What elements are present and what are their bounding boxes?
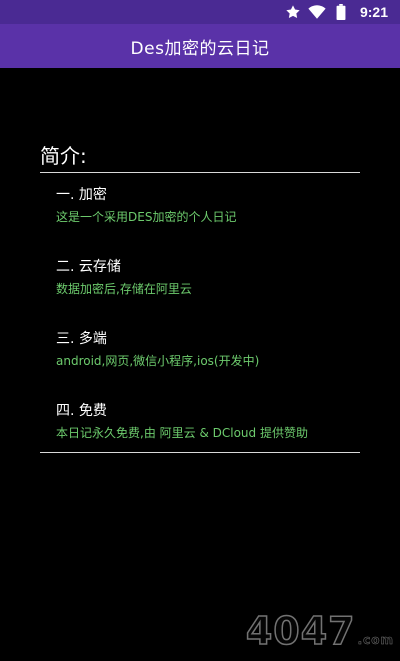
section-free: 四. 免费 本日记永久免费,由 阿里云 & DCloud 提供赞助 [56,402,308,441]
app-bar: Des加密的云日记 [0,24,400,68]
section-title: 二. 云存储 [56,259,121,275]
battery-icon [332,3,350,21]
intro-heading: 简介: [40,144,87,168]
bottom-divider [40,452,360,453]
section-description: android,网页,微信小程序,ios(开发中) [56,354,260,368]
main-content: 简介: 一. 加密 这是一个采用DES加密的个人日记 二. 云存储 数据加密后,… [0,68,400,661]
section-title: 一. 加密 [56,187,107,203]
app-title: Des加密的云日记 [130,38,270,59]
section-cloud-storage: 二. 云存储 数据加密后,存储在阿里云 [56,258,192,297]
watermark-domain: .com [357,633,394,648]
status-time: 9:21 [359,4,388,20]
status-bar: 9:21 [0,0,400,24]
section-title: 四. 免费 [56,403,107,419]
wifi-icon [308,3,326,21]
section-description: 数据加密后,存储在阿里云 [56,282,192,296]
star-icon [284,3,302,21]
section-description: 这是一个采用DES加密的个人日记 [56,210,237,224]
top-divider [40,172,360,173]
watermark-logo: 4047 .com [245,608,394,654]
watermark-text: 4047 [245,608,356,654]
section-encryption: 一. 加密 这是一个采用DES加密的个人日记 [56,186,236,225]
section-title: 三. 多端 [56,331,107,347]
section-description: 本日记永久免费,由 阿里云 & DCloud 提供赞助 [56,426,308,440]
section-multi-platform: 三. 多端 android,网页,微信小程序,ios(开发中) [56,330,259,369]
